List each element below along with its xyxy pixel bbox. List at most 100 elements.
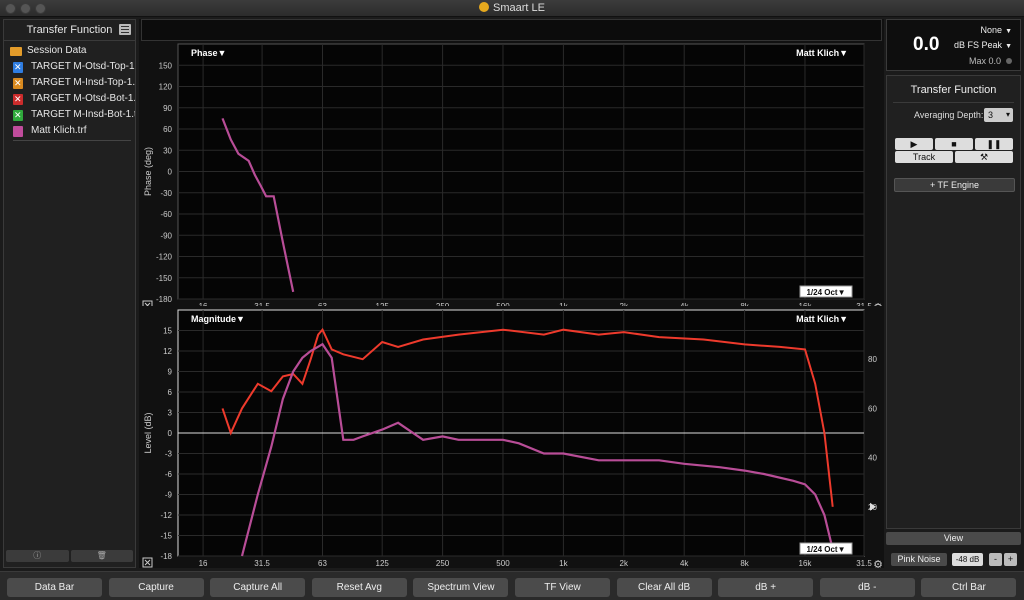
- file-name: TARGET M-Insd-Bot-1.trf: [31, 109, 135, 120]
- play-button[interactable]: ▶: [895, 138, 933, 150]
- smoothing-label: 1/24 Oct▼: [806, 545, 845, 554]
- window-title: Smaart LE: [0, 2, 1024, 14]
- averaging-label: Averaging Depth:: [914, 110, 984, 120]
- info-icon[interactable]: ⓘ: [6, 550, 69, 562]
- y-axis-label: Level (dB): [143, 412, 153, 453]
- target-file-icon: [13, 107, 23, 123]
- y-tick-label: 90: [163, 104, 172, 113]
- averaging-select[interactable]: 3: [984, 108, 1013, 122]
- y-tick-label: 6: [168, 388, 173, 397]
- file-item[interactable]: TARGET M-Otsd-Bot-1.trf: [4, 91, 135, 107]
- data-bar: Transfer Function Session Data TARGET M-…: [3, 19, 136, 568]
- file-item[interactable]: TARGET M-Insd-Top-1.trf: [4, 75, 135, 91]
- x-tick-label: 31.5: [254, 559, 270, 568]
- y-tick-label: 120: [159, 83, 173, 92]
- reset-avg-button[interactable]: Reset Avg: [311, 578, 407, 597]
- file-item[interactable]: TARGET M-Otsd-Top-1.trf: [4, 59, 135, 75]
- stop-button[interactable]: ■: [935, 138, 973, 150]
- input-meter[interactable]: None ▼ 0.0 dB FS Peak ▼ Max 0.0: [886, 19, 1021, 71]
- pink-noise-button[interactable]: Pink Noise: [891, 553, 947, 566]
- tf-panel-title: Transfer Function: [910, 84, 997, 96]
- session-folder[interactable]: Session Data: [4, 43, 135, 59]
- tools-icon[interactable]: ⚒: [955, 151, 1013, 163]
- pink-noise-level[interactable]: -48 dB: [952, 553, 983, 566]
- file-name: TARGET M-Otsd-Bot-1.trf: [31, 93, 135, 104]
- settings-gear-icon[interactable]: ⚙: [873, 559, 883, 568]
- x-tick-label: 16k: [799, 559, 813, 568]
- data-bar-button[interactable]: Data Bar: [7, 578, 102, 597]
- trace-name-label: Matt Klich▼: [796, 48, 848, 58]
- x-tick-label: 500: [496, 559, 510, 568]
- clear-all-db-button[interactable]: Clear All dB: [616, 578, 712, 597]
- y-tick-label: -120: [156, 253, 173, 262]
- x-tick-label: 16: [199, 559, 208, 568]
- ctrl-bar-button[interactable]: Ctrl Bar: [921, 578, 1017, 597]
- plot-type-label: Magnitude▼: [191, 314, 245, 324]
- y-tick-label: -60: [160, 210, 172, 219]
- y-tick-label: -90: [160, 231, 172, 240]
- file-name: TARGET M-Insd-Top-1.trf: [31, 77, 135, 88]
- data-bar-title: Transfer Function: [26, 24, 113, 36]
- right-tick-label: 60: [868, 404, 877, 413]
- target-file-icon: [13, 91, 23, 107]
- y-tick-label: 12: [163, 347, 172, 356]
- file-item[interactable]: TARGET M-Insd-Bot-1.trf: [4, 107, 135, 123]
- y-tick-label: -6: [165, 470, 173, 479]
- x-tick-label: 2k: [620, 559, 629, 568]
- plot-type-label: Phase▼: [191, 48, 226, 58]
- signal-generator: Pink Noise -48 dB - +: [886, 551, 1021, 567]
- close-plot-icon[interactable]: [142, 557, 153, 568]
- title-bar: Smaart LE: [0, 0, 1024, 17]
- phase-plot[interactable]: 1631.5631252505001k2k4k8k16k31.515012090…: [139, 42, 884, 306]
- y-tick-label: 30: [163, 146, 172, 155]
- db-button[interactable]: dB +: [718, 578, 814, 597]
- y-axis-label: Phase (deg): [143, 147, 153, 196]
- folder-icon: [10, 47, 22, 56]
- y-tick-label: -12: [160, 511, 172, 520]
- level-minus-button[interactable]: -: [989, 553, 1002, 566]
- meter-unit-select[interactable]: dB FS Peak ▼: [954, 40, 1012, 50]
- data-bar-footer: ⓘ 🗑: [6, 550, 133, 562]
- command-bar: Data Bar Capture Capture All Reset Avg Spect…: [0, 571, 1024, 600]
- y-tick-label: -18: [160, 552, 172, 561]
- track-button[interactable]: Track: [895, 151, 953, 163]
- y-tick-label: 60: [163, 125, 172, 134]
- y-tick-label: -180: [156, 295, 173, 304]
- db-button[interactable]: dB -: [819, 578, 915, 597]
- session-folder-label: Session Data: [27, 45, 87, 56]
- x-tick-label: 31.5: [856, 559, 872, 568]
- trace-file-icon: [13, 126, 23, 137]
- x-tick-label: 125: [376, 559, 390, 568]
- y-tick-label: 9: [168, 368, 173, 377]
- level-plus-button[interactable]: +: [1004, 553, 1017, 566]
- y-tick-label: 15: [163, 327, 172, 336]
- x-tick-label: 4k: [680, 559, 689, 568]
- right-tick-label: 40: [868, 454, 877, 463]
- x-tick-label: 1k: [559, 559, 568, 568]
- capture-button[interactable]: Capture: [108, 578, 204, 597]
- file-item[interactable]: Matt Klich.trf: [4, 123, 135, 139]
- tf-view-button[interactable]: TF View: [515, 578, 610, 597]
- x-tick-label: 8k: [740, 559, 749, 568]
- menu-icon[interactable]: [119, 24, 131, 35]
- y-tick-label: 150: [159, 61, 173, 70]
- window-title-text: Smaart LE: [493, 2, 545, 14]
- pause-button[interactable]: ❚❚: [975, 138, 1013, 150]
- capture-all-button[interactable]: Capture All: [210, 578, 306, 597]
- smaart-logo-icon: [479, 2, 490, 12]
- trace-name-label: Matt Klich▼: [796, 314, 848, 324]
- tf-engine-button[interactable]: + TF Engine: [894, 178, 1015, 192]
- y-tick-label: 0: [168, 429, 173, 438]
- clip-indicator-icon: [1006, 58, 1012, 64]
- trash-icon[interactable]: 🗑: [70, 550, 133, 562]
- spectrum-view-button[interactable]: Spectrum View: [413, 578, 509, 597]
- plot-toolbar: [141, 19, 882, 41]
- y-tick-label: -30: [160, 189, 172, 198]
- magnitude-plot[interactable]: 16 31.5 63 125 250 500 1k 2k 4k 8k 16k 31.515129630…: [139, 306, 884, 568]
- smoothing-label: 1/24 Oct▼: [806, 288, 845, 297]
- meter-source[interactable]: None ▼: [981, 25, 1012, 35]
- view-button[interactable]: View: [886, 532, 1021, 545]
- y-tick-label: -3: [165, 450, 173, 459]
- file-name: TARGET M-Otsd-Top-1.trf: [31, 61, 135, 72]
- y-tick-label: -9: [165, 491, 173, 500]
